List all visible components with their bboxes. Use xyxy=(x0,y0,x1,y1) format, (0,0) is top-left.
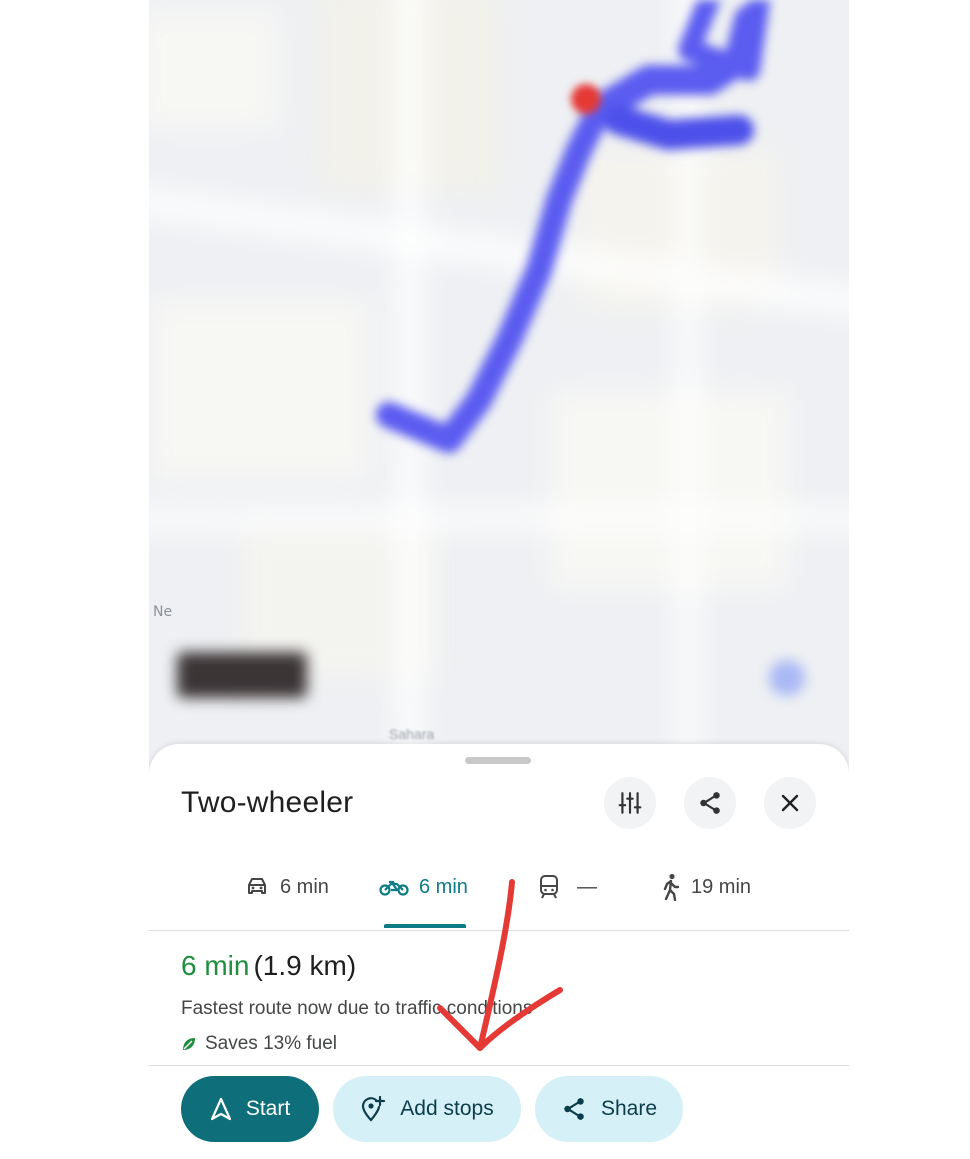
phone-screen: Ne Sahara Two-wheeler 6 min 6 min — 19 m… xyxy=(149,0,849,1159)
map-place-marker xyxy=(177,652,307,698)
drag-handle[interactable] xyxy=(465,757,531,764)
add-stops-button[interactable]: Add stops xyxy=(333,1076,521,1142)
sheet-title: Two-wheeler xyxy=(181,786,354,819)
divider xyxy=(149,930,849,931)
map-view[interactable]: Ne Sahara xyxy=(149,0,849,780)
share-button[interactable] xyxy=(684,777,736,829)
tab-walking[interactable]: 19 min xyxy=(659,872,751,902)
add-stops-button-label: Add stops xyxy=(400,1097,494,1120)
route-time: 6 min xyxy=(181,950,250,981)
motorbike-icon xyxy=(379,880,409,896)
walk-icon xyxy=(663,873,680,901)
travel-mode-tabs: 6 min 6 min — 19 min xyxy=(149,856,849,930)
map-label: Ne xyxy=(153,604,173,620)
share-route-button-label: Share xyxy=(600,1097,658,1120)
start-button[interactable]: Start xyxy=(181,1076,319,1142)
navigation-arrow-icon xyxy=(210,1097,231,1121)
route-distance: (1.9 km) xyxy=(253,950,357,981)
add-location-icon xyxy=(362,1095,386,1122)
start-button-label: Start xyxy=(245,1097,291,1120)
selected-tab-indicator xyxy=(384,924,466,928)
route-options-icon xyxy=(618,792,642,814)
share-route-button[interactable]: Share xyxy=(535,1076,683,1142)
share-icon xyxy=(700,792,720,814)
map-label-bottom: Sahara xyxy=(389,726,435,742)
tab-driving[interactable]: 6 min xyxy=(244,872,329,902)
close-icon xyxy=(781,794,799,812)
tab-two-wheeler[interactable]: 6 min xyxy=(379,872,468,902)
car-icon xyxy=(248,878,266,894)
my-location-icon[interactable] xyxy=(769,660,805,696)
tab-transit[interactable]: — xyxy=(537,872,597,902)
share-icon xyxy=(564,1098,584,1120)
transit-icon xyxy=(540,875,558,899)
tab-walking-label: 19 min xyxy=(691,875,752,898)
directions-sheet: Two-wheeler 6 min 6 min — 19 min 6 min (… xyxy=(149,744,849,1159)
route-description: Fastest route now due to traffic conditi… xyxy=(181,998,533,1019)
destination-pin-icon[interactable] xyxy=(571,84,601,114)
close-button[interactable] xyxy=(764,777,816,829)
route-options-button[interactable] xyxy=(604,777,656,829)
tab-two-wheeler-label: 6 min xyxy=(419,875,468,898)
tab-transit-label: — xyxy=(577,875,597,898)
route-summary[interactable]: 6 min (1.9 km) xyxy=(181,950,356,982)
fuel-savings-label: Saves 13% fuel xyxy=(205,1033,338,1054)
tab-driving-label: 6 min xyxy=(280,875,329,898)
fuel-savings: Saves 13% fuel xyxy=(181,1033,337,1055)
leaf-icon xyxy=(183,1038,195,1050)
divider xyxy=(149,1065,849,1066)
